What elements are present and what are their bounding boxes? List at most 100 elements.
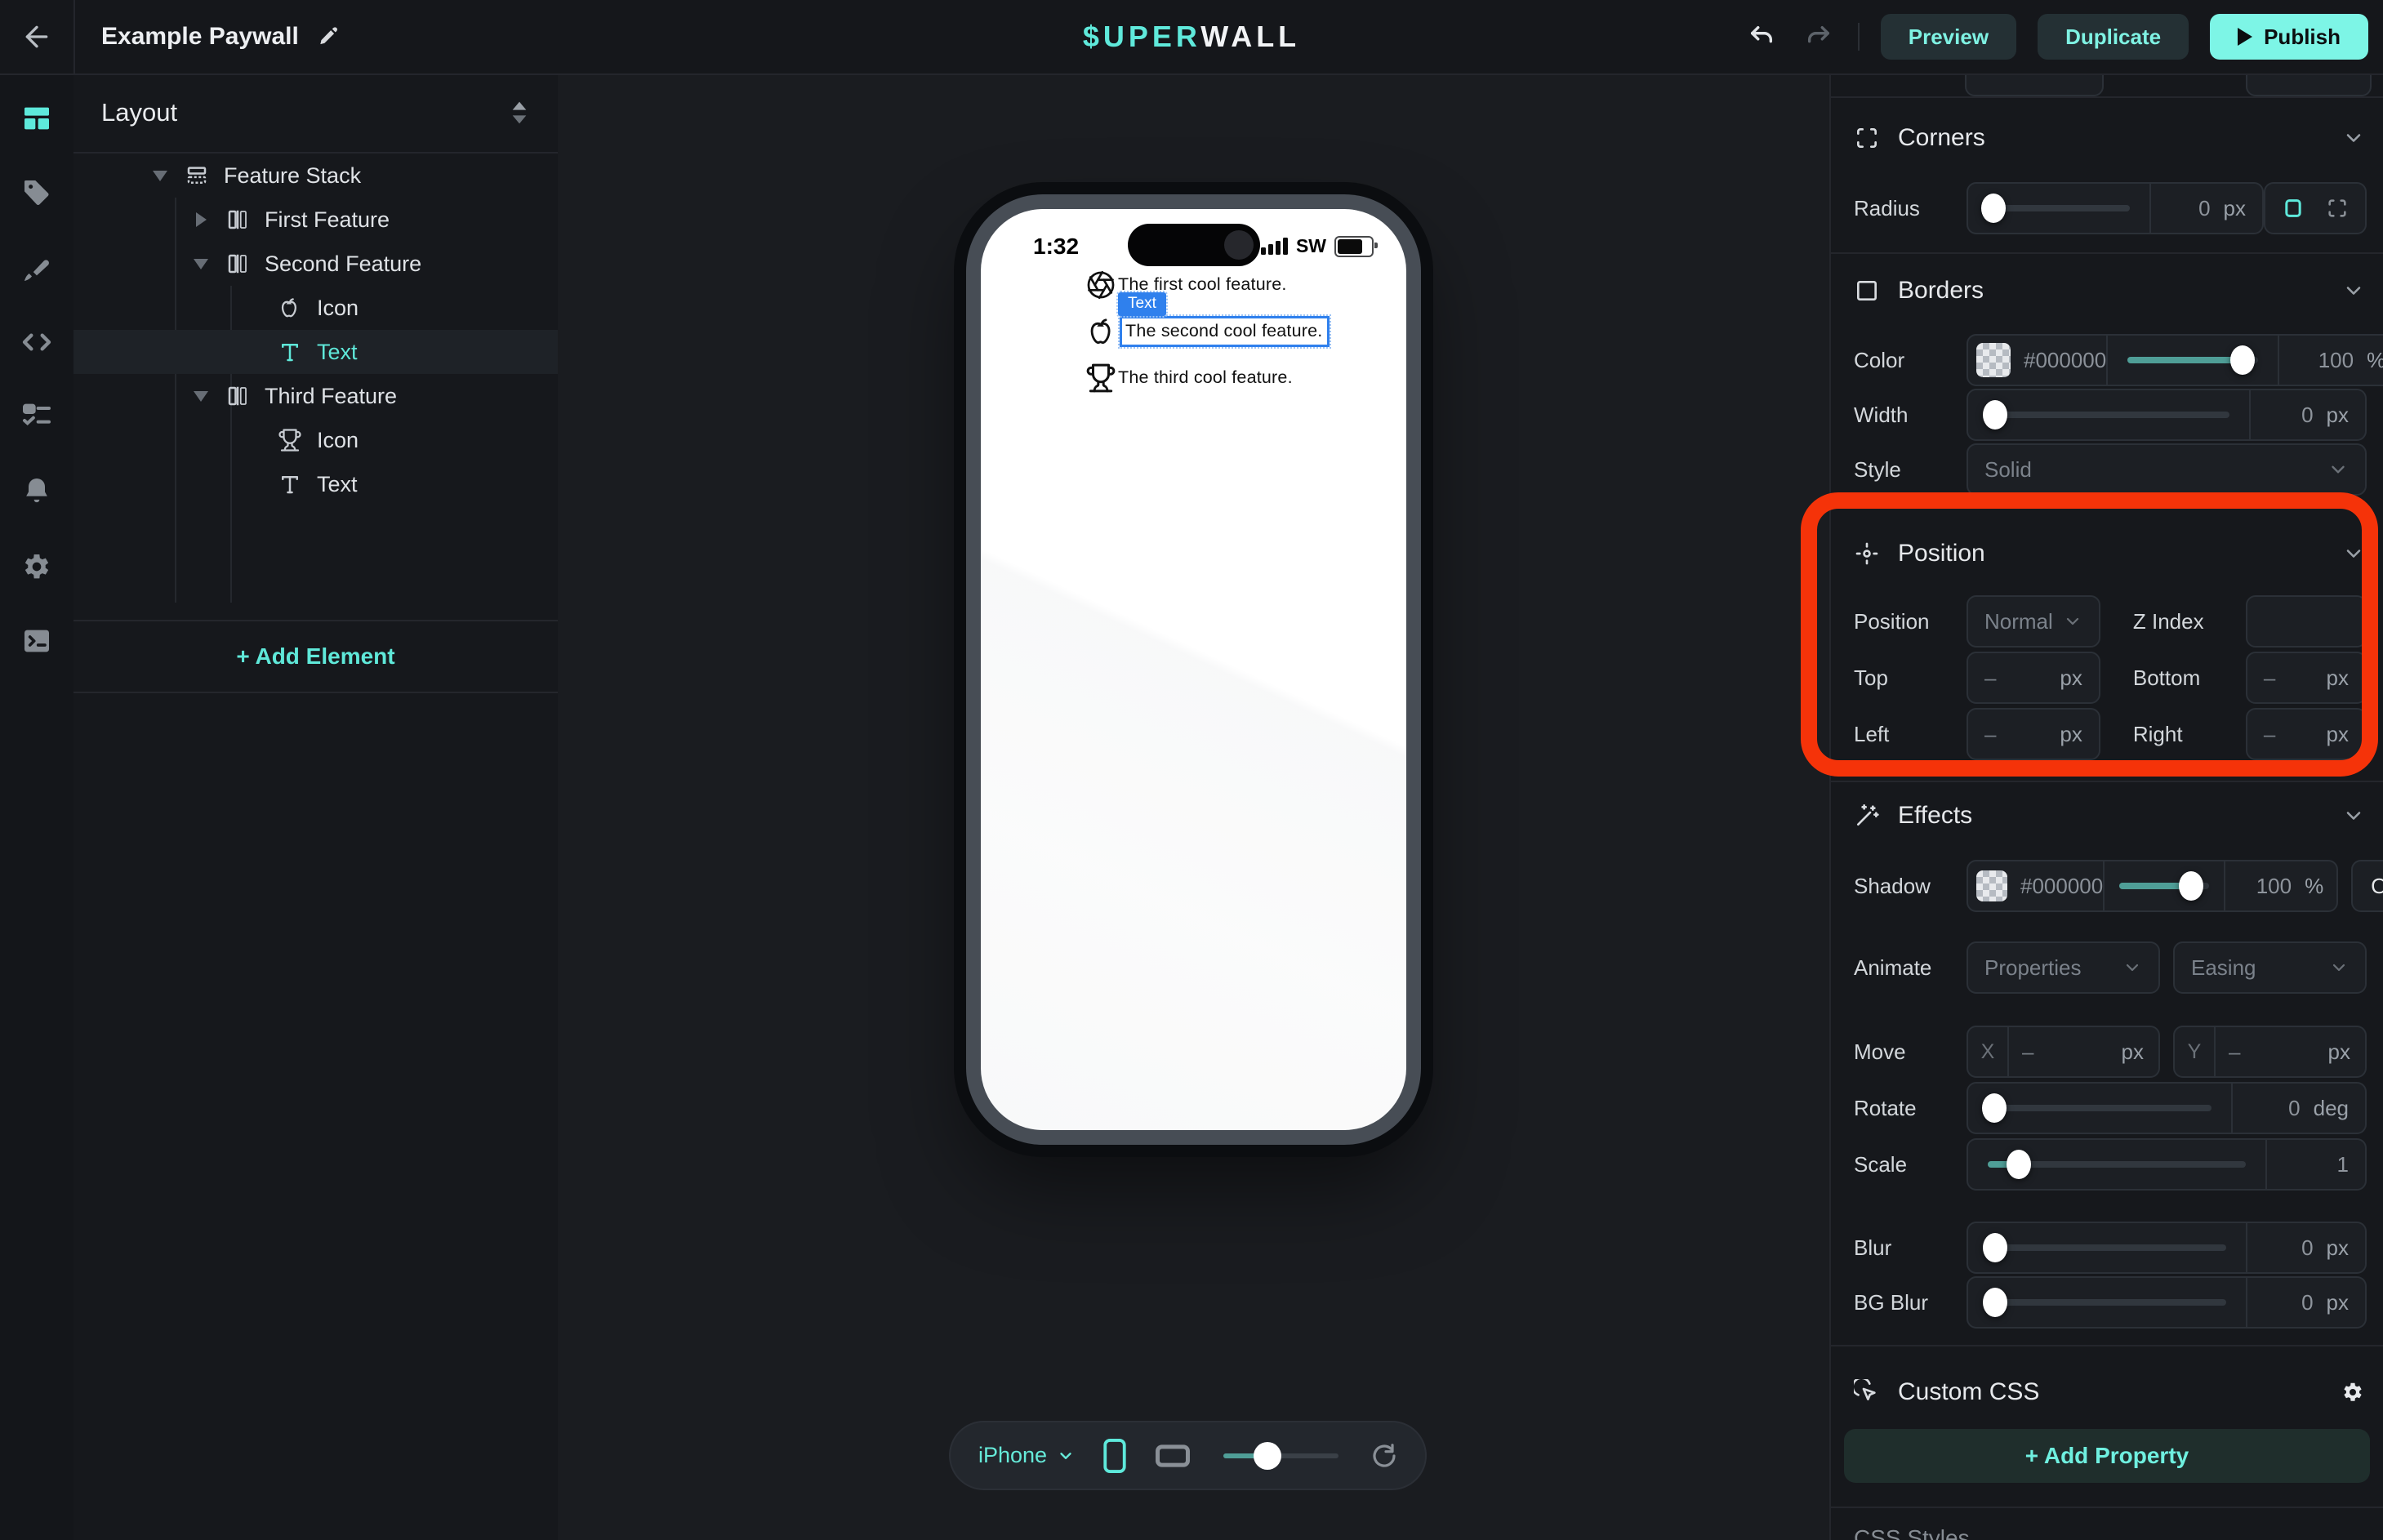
- paywall-preview[interactable]: 1:32 SW The first cool feature.: [981, 209, 1406, 1130]
- position-select[interactable]: Normal: [1967, 595, 2100, 648]
- pencil-icon[interactable]: [317, 25, 340, 48]
- bottom-input[interactable]: – px: [2246, 652, 2367, 704]
- move-label: Move: [1854, 1039, 1967, 1065]
- left-input[interactable]: – px: [1967, 708, 2100, 760]
- zindex-input[interactable]: [2246, 595, 2367, 648]
- blur-value-unit[interactable]: 0 px: [2247, 1235, 2365, 1261]
- back-button[interactable]: [0, 0, 73, 73]
- radius-slider-knob[interactable]: [1981, 194, 2006, 223]
- publish-button[interactable]: Publish: [2210, 14, 2368, 60]
- shadow-opacity-slider[interactable]: [2119, 883, 2209, 889]
- rotate-value-unit[interactable]: 0 deg: [2233, 1096, 2365, 1121]
- shadow-mode-button[interactable]: Outer: [2351, 860, 2383, 912]
- editor-canvas[interactable]: 1:32 SW The first cool feature.: [558, 73, 1829, 1540]
- chevron-down-icon[interactable]: [2342, 804, 2365, 827]
- radius-unit: px: [2224, 196, 2246, 221]
- border-style-row: Style Solid: [1854, 443, 2367, 496]
- zoom-slider[interactable]: [1223, 1453, 1338, 1458]
- bg-blur-knob[interactable]: [1983, 1288, 2007, 1317]
- radius-slider[interactable]: [1988, 205, 2130, 211]
- paintbrush-icon[interactable]: [19, 251, 55, 287]
- caret-right-icon[interactable]: [193, 212, 209, 227]
- refresh-button[interactable]: [1371, 1443, 1397, 1469]
- redo-button[interactable]: [1801, 19, 1837, 55]
- tree-item-label: First Feature: [265, 207, 390, 233]
- caret-down-icon[interactable]: [193, 391, 209, 402]
- tree-item-icon[interactable]: Icon: [73, 418, 558, 462]
- gear-icon[interactable]: [19, 549, 55, 585]
- opacity-unit: %: [2367, 348, 2383, 373]
- scale-knob[interactable]: [2007, 1150, 2031, 1179]
- selected-text-element[interactable]: Text The second cool feature.: [1120, 316, 1330, 347]
- feature-row-selected[interactable]: Text The second cool feature.: [1085, 308, 1330, 354]
- border-opacity-slider[interactable]: [2127, 357, 2258, 363]
- tree-item-third-feature[interactable]: Third Feature: [73, 374, 558, 418]
- border-opacity-knob[interactable]: [2230, 345, 2255, 375]
- duplicate-button[interactable]: Duplicate: [2038, 14, 2189, 60]
- tree-item-text[interactable]: Text: [73, 462, 558, 506]
- chevron-down-icon[interactable]: [2342, 279, 2365, 302]
- divider: [1831, 1345, 2383, 1346]
- border-color-hex[interactable]: #000000: [2024, 348, 2106, 373]
- shadow-opacity-knob[interactable]: [2179, 871, 2203, 901]
- border-width-value: 0: [2301, 403, 2313, 428]
- scale-value[interactable]: 1: [2267, 1152, 2365, 1177]
- color-swatch[interactable]: [1976, 343, 2011, 377]
- apple-icon: [1085, 315, 1118, 348]
- rotate-slider[interactable]: [1988, 1105, 2212, 1111]
- tree-item-feature-stack[interactable]: Feature Stack: [73, 154, 558, 198]
- portrait-mode-button[interactable]: [1102, 1438, 1127, 1474]
- preview-button[interactable]: Preview: [1881, 14, 2016, 60]
- tree-item-second-feature[interactable]: Second Feature: [73, 242, 558, 286]
- caret-down-icon[interactable]: [193, 259, 209, 269]
- chevron-down-icon[interactable]: [2342, 542, 2365, 565]
- feature-row[interactable]: The third cool feature.: [1085, 354, 1330, 401]
- sort-icon[interactable]: [509, 100, 530, 125]
- undo-button[interactable]: [1744, 19, 1779, 55]
- radius-value-unit[interactable]: 0 px: [2151, 196, 2262, 221]
- tree-item-text-selected[interactable]: Text: [73, 330, 558, 374]
- feature-text: The first cool feature.: [1118, 274, 1287, 295]
- tag-icon[interactable]: [19, 175, 55, 211]
- right-input[interactable]: – px: [2246, 708, 2367, 760]
- animate-easing-select[interactable]: Easing: [2173, 941, 2367, 994]
- chevron-down-icon[interactable]: [2342, 127, 2365, 149]
- caret-down-icon[interactable]: [152, 171, 168, 181]
- scale-slider[interactable]: [1988, 1161, 2246, 1168]
- add-property-button[interactable]: + Add Property: [1844, 1429, 2370, 1483]
- move-y-input[interactable]: Y – px: [2173, 1026, 2367, 1078]
- rotate-unit: deg: [2314, 1096, 2349, 1121]
- tree-item-first-feature[interactable]: First Feature: [73, 198, 558, 242]
- device-select[interactable]: iPhone: [978, 1443, 1075, 1468]
- left-label: Left: [1854, 722, 1967, 747]
- border-width-knob[interactable]: [1983, 400, 2007, 430]
- shadow-color-hex[interactable]: #000000: [2020, 874, 2103, 899]
- shadow-opacity-value[interactable]: 100 %: [2225, 874, 2336, 899]
- landscape-mode-button[interactable]: [1155, 1444, 1191, 1468]
- blur-knob[interactable]: [1983, 1233, 2007, 1262]
- feature-row[interactable]: The first cool feature.: [1085, 261, 1330, 308]
- top-input[interactable]: – px: [1967, 652, 2100, 704]
- bg-blur-value-unit[interactable]: 0 px: [2247, 1290, 2365, 1315]
- layout-icon[interactable]: [19, 100, 55, 136]
- tree-item-icon[interactable]: Icon: [73, 286, 558, 330]
- bell-icon[interactable]: [19, 473, 55, 509]
- css-settings-gear-icon[interactable]: [2341, 1380, 2365, 1404]
- border-width-slider[interactable]: [1988, 412, 2229, 418]
- individual-corners-button[interactable]: [2319, 190, 2355, 226]
- blur-slider[interactable]: [1988, 1244, 2226, 1251]
- zoom-slider-knob[interactable]: [1254, 1442, 1281, 1470]
- bg-blur-slider[interactable]: [1988, 1299, 2226, 1306]
- uniform-radius-button[interactable]: [2275, 190, 2311, 226]
- shadow-color-swatch[interactable]: [1976, 870, 2007, 901]
- border-opacity-value[interactable]: 100 %: [2279, 348, 2383, 373]
- rotate-knob[interactable]: [1982, 1093, 2007, 1123]
- border-style-select[interactable]: Solid: [1967, 443, 2367, 496]
- console-icon[interactable]: [19, 623, 55, 659]
- animate-properties-select[interactable]: Properties: [1967, 941, 2160, 994]
- checklist-icon[interactable]: [19, 398, 55, 434]
- add-element-button[interactable]: + Add Element: [73, 621, 558, 692]
- move-x-input[interactable]: X – px: [1967, 1026, 2160, 1078]
- code-icon[interactable]: [19, 324, 55, 360]
- border-width-value-unit[interactable]: 0 px: [2251, 403, 2365, 428]
